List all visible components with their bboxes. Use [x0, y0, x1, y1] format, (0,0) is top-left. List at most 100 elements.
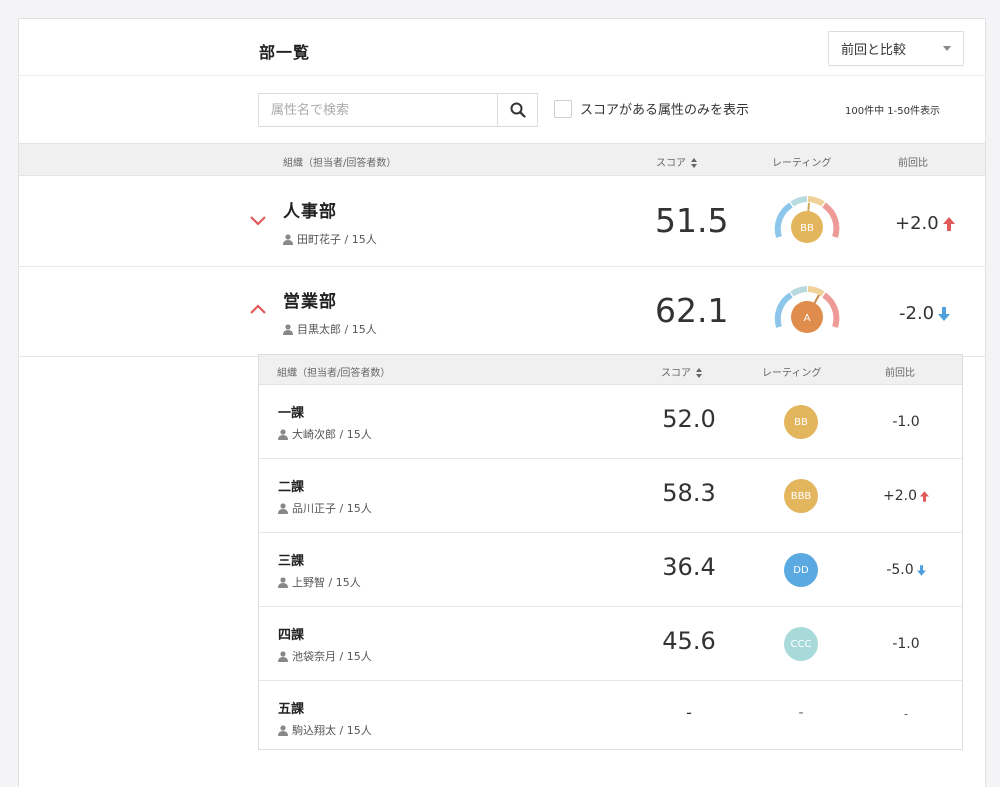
- department-name: 営業部: [283, 292, 337, 312]
- person-icon: [278, 428, 288, 440]
- section-owner: 池袋奈月 / 15人: [278, 648, 372, 664]
- rating-gauge: A: [774, 286, 840, 333]
- rating-badge-text: A: [804, 313, 811, 324]
- rating-badge: DD: [784, 553, 818, 587]
- section-diff-value: +2.0: [883, 488, 917, 504]
- caret-down-icon: [943, 46, 951, 51]
- table-header: 組織（担当者/回答者数） スコア レーティング 前回比: [19, 143, 985, 176]
- table-row[interactable]: 二課 品川正子 / 15人 58.3 BBB +2.0: [259, 459, 962, 533]
- section-owner-text: 上野智 / 15人: [292, 576, 361, 589]
- section-diff: +2.0: [871, 488, 941, 504]
- divider: [19, 75, 985, 76]
- column-header-org: 組織（担当者/回答者数）: [277, 368, 391, 379]
- table-row[interactable]: 営業部 目黒太郎 / 15人 62.1 A -2.0: [19, 267, 985, 357]
- chevron-down-icon[interactable]: [249, 215, 267, 227]
- rating-badge: BBB: [784, 479, 818, 513]
- sort-icon: [691, 158, 697, 168]
- section-owner: 大崎次郎 / 15人: [278, 426, 372, 442]
- arrow-down-icon: [938, 306, 951, 321]
- section-diff: -1.0: [871, 636, 941, 652]
- section-name: 二課: [278, 480, 305, 495]
- department-name: 人事部: [283, 202, 337, 222]
- person-icon: [278, 576, 288, 588]
- section-owner-text: 池袋奈月 / 15人: [292, 650, 372, 663]
- section-name: 五課: [278, 702, 305, 717]
- section-diff-value: -1.0: [892, 414, 920, 430]
- rating-badge-text: BB: [800, 223, 814, 234]
- section-table: 組織（担当者/回答者数） スコア レーティング 前回比 一課 大崎次郎 / 15…: [258, 354, 963, 750]
- section-owner: 上野智 / 15人: [278, 574, 361, 590]
- rating-gauge: BB: [774, 196, 840, 243]
- section-owner-text: 大崎次郎 / 15人: [292, 428, 372, 441]
- arrow-up-icon: [942, 216, 955, 231]
- department-list-card: 部一覧 前回と比較 スコアがある属性のみを表示 100件中 1-50件表示 組織…: [18, 18, 986, 787]
- page-title: 部一覧: [259, 43, 311, 62]
- section-owner-text: 駒込翔太 / 15人: [292, 724, 372, 737]
- department-owner: 田町花子 / 15人: [283, 231, 377, 247]
- person-icon: [278, 724, 288, 736]
- department-owner-text: 目黒太郎 / 15人: [297, 323, 377, 336]
- section-name: 一課: [278, 406, 305, 421]
- section-score: -: [686, 703, 692, 722]
- department-score: 51.5: [655, 201, 729, 240]
- section-diff-value: -: [903, 707, 909, 721]
- department-owner-text: 田町花子 / 15人: [297, 233, 377, 246]
- department-diff-value: +2.0: [895, 213, 939, 234]
- column-header-score[interactable]: スコア: [661, 364, 702, 379]
- rating-badge: CCC: [784, 627, 818, 661]
- sort-icon: [696, 368, 702, 378]
- score-only-filter[interactable]: スコアがある属性のみを表示: [554, 99, 749, 118]
- table-row[interactable]: 四課 池袋奈月 / 15人 45.6 CCC -1.0: [259, 607, 962, 681]
- search-button[interactable]: [497, 94, 537, 126]
- department-diff-value: -2.0: [899, 303, 935, 324]
- person-icon: [283, 233, 293, 245]
- section-diff-value: -5.0: [886, 562, 914, 578]
- compare-select-label: 前回と比較: [841, 43, 907, 58]
- arrow-up-icon: [920, 490, 929, 502]
- search-icon: [510, 102, 526, 118]
- table-row[interactable]: 人事部 田町花子 / 15人 51.5 BB +2.0: [19, 177, 985, 267]
- result-count: 100件中 1-50件表示: [845, 106, 940, 117]
- score-only-label: スコアがある属性のみを表示: [580, 103, 750, 118]
- search-input[interactable]: [259, 94, 497, 126]
- section-owner-text: 品川正子 / 15人: [292, 502, 372, 515]
- column-header-score-label: スコア: [656, 158, 686, 169]
- column-header-rating: レーティング: [772, 158, 832, 169]
- section-owner: 駒込翔太 / 15人: [278, 722, 372, 738]
- section-owner: 品川正子 / 15人: [278, 500, 372, 516]
- column-header-diff: 前回比: [898, 158, 928, 169]
- department-diff: +2.0: [895, 213, 955, 234]
- section-diff: -1.0: [871, 414, 941, 430]
- column-header-score-label: スコア: [661, 368, 691, 379]
- table-row[interactable]: 三課 上野智 / 15人 36.4 DD -5.0: [259, 533, 962, 607]
- section-score: 52.0: [662, 405, 716, 433]
- section-score: 45.6: [662, 627, 716, 655]
- section-score: 58.3: [662, 479, 716, 507]
- person-icon: [278, 502, 288, 514]
- section-diff: -5.0: [871, 562, 941, 578]
- column-header-diff: 前回比: [885, 368, 915, 379]
- department-score: 62.1: [655, 291, 729, 330]
- arrow-down-icon: [916, 564, 926, 576]
- section-diff: -: [871, 707, 941, 721]
- score-only-checkbox[interactable]: [554, 99, 572, 118]
- section-table-header: 組織（担当者/回答者数） スコア レーティング 前回比: [259, 355, 962, 385]
- table-row[interactable]: 一課 大崎次郎 / 15人 52.0 BB -1.0: [259, 385, 962, 459]
- section-name: 四課: [278, 628, 305, 643]
- rating-badge: BB: [784, 405, 818, 439]
- section-score: 36.4: [662, 553, 716, 581]
- section-diff-value: -1.0: [892, 636, 920, 652]
- chevron-up-icon[interactable]: [249, 303, 267, 315]
- rating-empty: -: [798, 705, 804, 721]
- column-header-rating: レーティング: [762, 368, 822, 379]
- section-name: 三課: [278, 554, 305, 569]
- department-owner: 目黒太郎 / 15人: [283, 321, 377, 337]
- compare-select[interactable]: 前回と比較: [828, 31, 964, 66]
- department-diff: -2.0: [899, 303, 951, 324]
- person-icon: [283, 323, 293, 335]
- table-row[interactable]: 五課 駒込翔太 / 15人 - - -: [259, 681, 962, 749]
- column-header-score[interactable]: スコア: [656, 154, 697, 169]
- column-header-org: 組織（担当者/回答者数）: [283, 158, 397, 169]
- person-icon: [278, 650, 288, 662]
- search-box: [258, 93, 538, 127]
